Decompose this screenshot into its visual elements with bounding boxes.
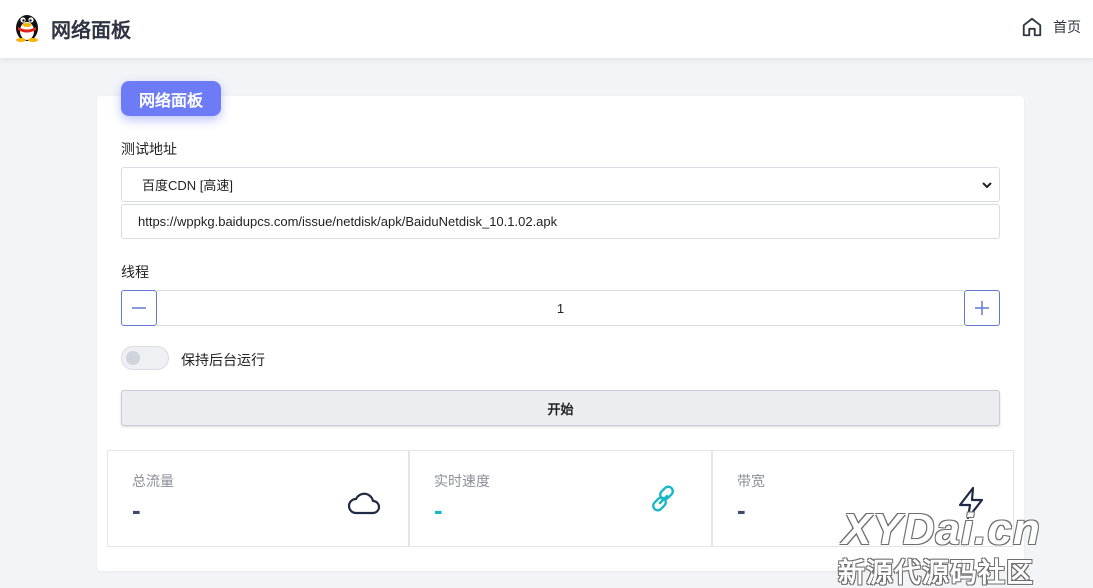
stat-realtime-speed: 实时速度 - (409, 450, 712, 547)
stat-label: 总流量 (132, 473, 174, 489)
stat-value: - (132, 495, 141, 525)
toggle-knob (126, 351, 140, 365)
qq-penguin-icon (16, 15, 38, 42)
minus-icon (132, 307, 146, 309)
keep-background-label: 保持后台运行 (181, 352, 265, 368)
home-link[interactable]: 首页 (1021, 16, 1081, 38)
test-address-label: 测试地址 (121, 141, 177, 157)
threads-value[interactable]: 1 (157, 290, 964, 326)
stat-value: - (434, 495, 443, 525)
plus-icon (975, 301, 989, 315)
chevron-down-icon (982, 182, 992, 189)
increment-button[interactable] (964, 290, 1000, 326)
panel-tag: 网络面板 (121, 81, 221, 116)
lightning-icon (958, 486, 984, 520)
start-button[interactable]: 开始 (121, 390, 1000, 426)
stat-label: 实时速度 (434, 473, 490, 489)
url-input[interactable]: https://wppkg.baidupcs.com/issue/netdisk… (121, 204, 1000, 239)
decrement-button[interactable] (121, 290, 157, 326)
source-select-value: 百度CDN [高速] (142, 178, 234, 193)
cloud-icon (347, 492, 381, 515)
stat-total-traffic: 总流量 - (107, 450, 409, 547)
link-icon (652, 485, 674, 512)
threads-label: 线程 (121, 264, 149, 280)
source-select[interactable]: 百度CDN [高速] (121, 167, 1000, 202)
stat-bandwidth: 带宽 - (712, 450, 1014, 547)
home-icon (1022, 17, 1042, 37)
stat-label: 带宽 (737, 473, 765, 489)
top-bar: 网络面板 首页 (0, 0, 1093, 58)
url-input-value: https://wppkg.baidupcs.com/issue/netdisk… (138, 214, 558, 229)
home-link-label: 首页 (1053, 19, 1081, 35)
stat-value: - (737, 495, 746, 525)
app-title: 网络面板 (51, 20, 131, 42)
keep-background-toggle[interactable] (121, 346, 169, 370)
